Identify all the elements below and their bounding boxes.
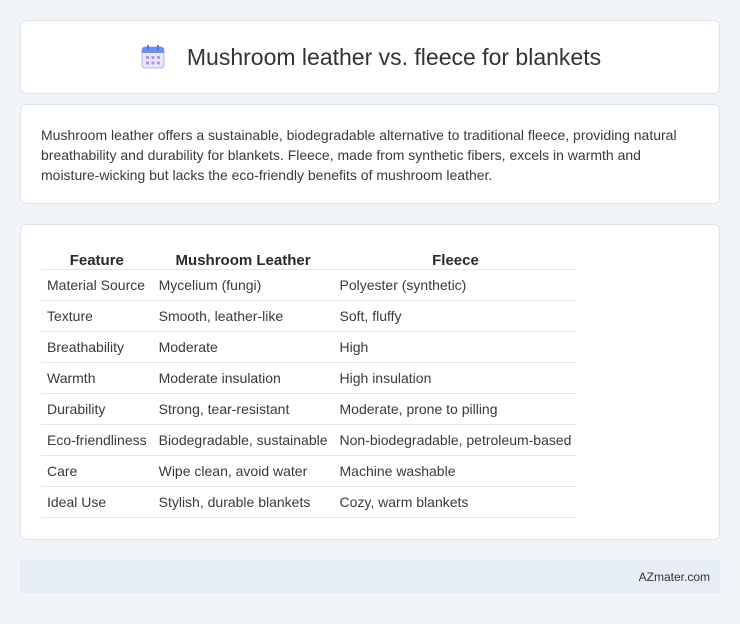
table-cell: Moderate insulation — [152, 362, 334, 394]
table-row: Warmth Moderate insulation High insulati… — [41, 362, 578, 394]
table-row: Breathability Moderate High — [41, 331, 578, 363]
table-cell: Cozy, warm blankets — [333, 486, 578, 518]
table-cell: Biodegradable, sustainable — [152, 424, 334, 456]
footer-brand[interactable]: AZmater.com — [639, 570, 710, 584]
title-wrap: Mushroom leather vs. fleece for blankets — [139, 43, 601, 71]
table-cell: Breathability — [41, 331, 153, 363]
column-header-feature: Feature — [41, 245, 153, 270]
header-card: Mushroom leather vs. fleece for blankets — [20, 20, 720, 94]
comparison-table: Feature Mushroom Leather Fleece Material… — [41, 245, 578, 518]
table-row: Ideal Use Stylish, durable blankets Cozy… — [41, 486, 578, 518]
calendar-icon — [139, 43, 167, 71]
table-cell: Durability — [41, 393, 153, 425]
table-cell: Polyester (synthetic) — [333, 269, 578, 301]
summary-card: Mushroom leather offers a sustainable, b… — [20, 104, 720, 204]
table-row: Texture Smooth, leather-like Soft, fluff… — [41, 300, 578, 332]
table-row: Durability Strong, tear-resistant Modera… — [41, 393, 578, 425]
table-cell: Mycelium (fungi) — [152, 269, 334, 301]
table-header-row: Feature Mushroom Leather Fleece — [41, 245, 578, 270]
table-row: Material Source Mycelium (fungi) Polyest… — [41, 269, 578, 301]
table-cell: Eco-friendliness — [41, 424, 153, 456]
table-row: Eco-friendliness Biodegradable, sustaina… — [41, 424, 578, 456]
table-cell: Moderate, prone to pilling — [333, 393, 578, 425]
table-cell: Texture — [41, 300, 153, 332]
comparison-table-card: Feature Mushroom Leather Fleece Material… — [20, 224, 720, 540]
table-cell: High — [333, 331, 578, 363]
summary-text: Mushroom leather offers a sustainable, b… — [41, 127, 677, 183]
table-cell: Ideal Use — [41, 486, 153, 518]
table-cell: High insulation — [333, 362, 578, 394]
table-cell: Care — [41, 455, 153, 487]
table-cell: Material Source — [41, 269, 153, 301]
table-cell: Soft, fluffy — [333, 300, 578, 332]
table-cell: Strong, tear-resistant — [152, 393, 334, 425]
footer-bar: AZmater.com — [20, 560, 720, 593]
column-header-fleece: Fleece — [333, 245, 578, 270]
table-cell: Machine washable — [333, 455, 578, 487]
table-cell: Smooth, leather-like — [152, 300, 334, 332]
table-cell: Wipe clean, avoid water — [152, 455, 334, 487]
table-cell: Stylish, durable blankets — [152, 486, 334, 518]
table-cell: Warmth — [41, 362, 153, 394]
table-row: Care Wipe clean, avoid water Machine was… — [41, 455, 578, 487]
page-title: Mushroom leather vs. fleece for blankets — [186, 43, 602, 70]
table-cell: Non-biodegradable, petroleum-based — [333, 424, 578, 456]
column-header-mushroom-leather: Mushroom Leather — [152, 245, 334, 270]
table-cell: Moderate — [152, 331, 334, 363]
